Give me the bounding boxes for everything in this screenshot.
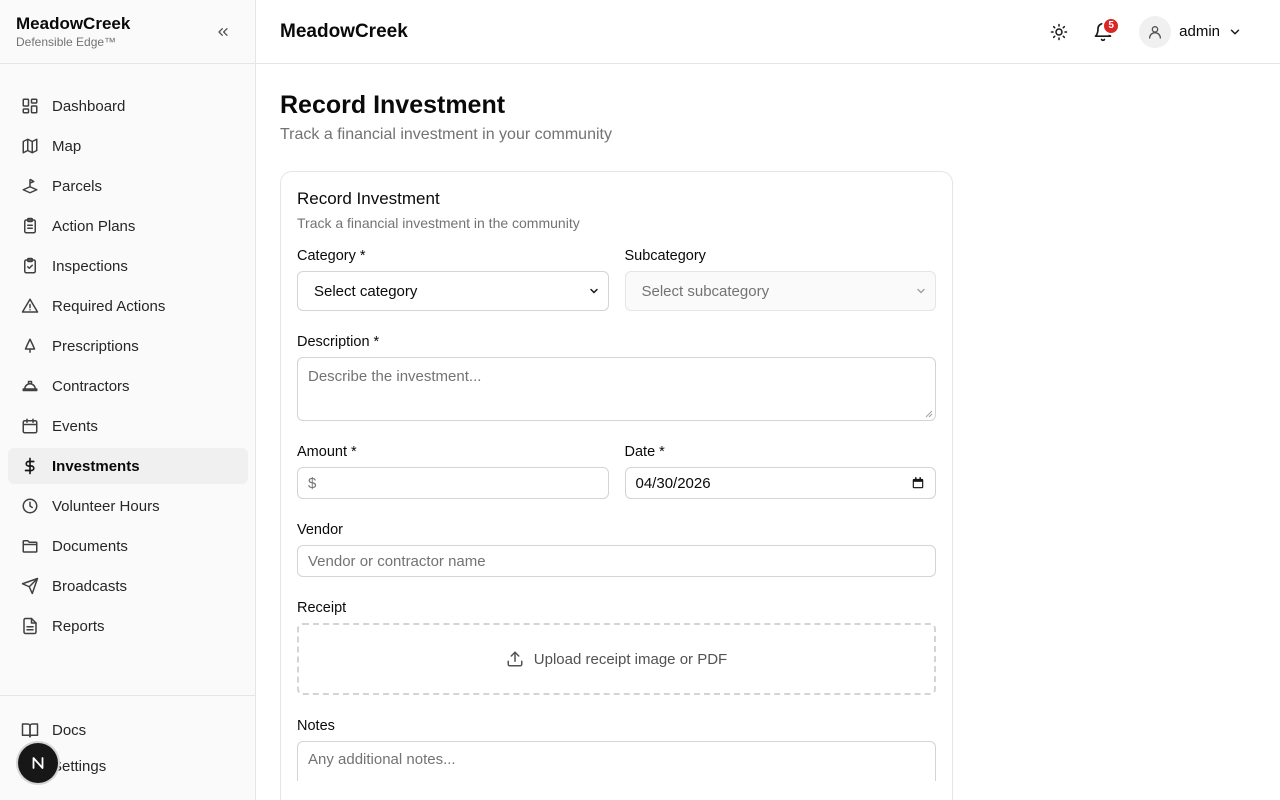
currency-prefix: $	[308, 474, 317, 492]
subcategory-select[interactable]: Select subcategory	[624, 271, 936, 311]
sidebar-item-label: Prescriptions	[52, 337, 139, 355]
description-placeholder: Describe the investment...	[308, 368, 482, 385]
investment-form-card: Record Investment Track a financial inve…	[280, 171, 953, 800]
notifications-button[interactable]: 5	[1085, 14, 1121, 50]
sidebar-item-inspections[interactable]: Inspections	[8, 248, 248, 284]
sidebar-item-action-plans[interactable]: Action Plans	[8, 208, 248, 244]
n-logo-icon	[32, 757, 44, 769]
upload-text: Upload receipt image or PDF	[533, 650, 728, 668]
date-input[interactable]: 04/30/2026	[624, 467, 936, 499]
card-title: Record Investment	[297, 189, 440, 208]
notes-textarea[interactable]: Any additional notes...	[297, 741, 936, 781]
subcategory-label: Subcategory	[624, 248, 706, 264]
user-menu[interactable]: admin	[1139, 15, 1242, 48]
clock-icon	[20, 496, 40, 516]
clipboard-check-icon	[20, 256, 40, 276]
chevron-down-icon	[589, 288, 598, 294]
category-value: Select category	[314, 282, 418, 300]
sidebar-item-label: Documents	[52, 537, 128, 555]
chevron-down-icon	[917, 288, 925, 294]
top-header: MeadowCreek 5 admin	[256, 0, 1280, 64]
category-select[interactable]: Select category	[297, 271, 609, 311]
sidebar-item-docs[interactable]: Docs	[8, 712, 248, 748]
map-icon	[20, 136, 40, 156]
warning-triangle-icon	[20, 296, 40, 316]
sidebar-item-events[interactable]: Events	[8, 408, 248, 444]
sidebar-item-label: Reports	[52, 617, 105, 635]
sidebar-item-label: Inspections	[52, 257, 128, 275]
sidebar-item-volunteer-hours[interactable]: Volunteer Hours	[8, 488, 248, 524]
sidebar-item-map[interactable]: Map	[8, 128, 248, 164]
sidebar-item-required-actions[interactable]: Required Actions	[8, 288, 248, 324]
notes-placeholder: Any additional notes...	[308, 751, 456, 768]
vendor-label: Vendor	[297, 522, 343, 538]
notification-badge: 5	[1102, 16, 1121, 35]
sidebar-item-label: Map	[52, 137, 82, 155]
vendor-input[interactable]: Vendor or contractor name	[297, 545, 936, 577]
subcategory-value: Select subcategory	[641, 282, 770, 300]
send-icon	[20, 576, 40, 596]
resize-handle-icon	[925, 410, 933, 418]
sidebar-item-label: Contractors	[52, 377, 130, 395]
header-actions: 5 admin	[1041, 14, 1256, 50]
amount-input[interactable]: $	[297, 467, 609, 499]
tree-icon	[20, 336, 40, 356]
user-icon	[1149, 25, 1162, 39]
user-name: admin	[1179, 23, 1220, 40]
theme-toggle-button[interactable]	[1041, 14, 1077, 50]
hard-hat-icon	[20, 376, 40, 396]
sidebar-item-label: Events	[52, 417, 98, 435]
description-textarea[interactable]: Describe the investment...	[297, 357, 936, 421]
dollar-icon	[20, 456, 40, 476]
sun-icon	[1050, 23, 1068, 40]
sidebar-item-documents[interactable]: Documents	[8, 528, 248, 564]
date-value: 04/30/2026	[635, 474, 711, 492]
sidebar-item-investments[interactable]: Investments	[8, 448, 248, 484]
sidebar-item-dashboard[interactable]: Dashboard	[8, 88, 248, 124]
sidebar-item-broadcasts[interactable]: Broadcasts	[8, 568, 248, 604]
dashboard-icon	[20, 96, 40, 116]
floating-n-avatar[interactable]	[18, 743, 58, 783]
sidebar: MeadowCreek Defensible Edge™ Dashboard M…	[0, 0, 256, 800]
main-content: Record Investment Track a financial inve…	[256, 64, 1280, 800]
date-label: Date *	[624, 444, 665, 460]
folder-icon	[20, 536, 40, 556]
category-label: Category *	[297, 248, 366, 264]
sidebar-item-reports[interactable]: Reports	[8, 608, 248, 644]
sidebar-item-label: Dashboard	[52, 97, 126, 115]
sidebar-item-label: Investments	[52, 457, 140, 475]
receipt-label: Receipt	[297, 600, 347, 616]
page-subtitle: Track a financial investment in your com…	[280, 126, 612, 143]
sidebar-item-label: Settings	[52, 757, 107, 775]
sidebar-nav: Dashboard Map Parcels Action Plans Inspe…	[0, 0, 256, 648]
chevron-down-icon	[1230, 29, 1240, 34]
header-title: MeadowCreek	[280, 20, 408, 42]
sidebar-item-label: Required Actions	[52, 297, 166, 315]
file-text-icon	[20, 616, 40, 636]
parcels-icon	[20, 176, 40, 196]
sidebar-item-contractors[interactable]: Contractors	[8, 368, 248, 404]
upload-icon	[506, 650, 524, 668]
calendar-icon[interactable]	[911, 476, 925, 490]
notes-label: Notes	[297, 718, 335, 734]
sidebar-item-prescriptions[interactable]: Prescriptions	[8, 328, 248, 364]
clipboard-list-icon	[20, 216, 40, 236]
card-subtitle: Track a financial investment in the comm…	[297, 215, 580, 231]
page-title: Record Investment	[280, 91, 506, 119]
receipt-upload-dropzone[interactable]: Upload receipt image or PDF	[297, 623, 936, 695]
sidebar-item-label: Volunteer Hours	[52, 497, 160, 515]
description-label: Description *	[297, 334, 380, 350]
amount-label: Amount *	[297, 444, 357, 460]
sidebar-item-label: Parcels	[52, 177, 103, 195]
sidebar-item-label: Docs	[52, 721, 87, 739]
sidebar-item-label: Action Plans	[52, 217, 136, 235]
book-icon	[20, 720, 40, 740]
calendar-icon	[20, 416, 40, 436]
vendor-placeholder: Vendor or contractor name	[308, 552, 486, 570]
sidebar-item-label: Broadcasts	[52, 577, 128, 595]
sidebar-item-parcels[interactable]: Parcels	[8, 168, 248, 204]
avatar	[1139, 15, 1172, 48]
